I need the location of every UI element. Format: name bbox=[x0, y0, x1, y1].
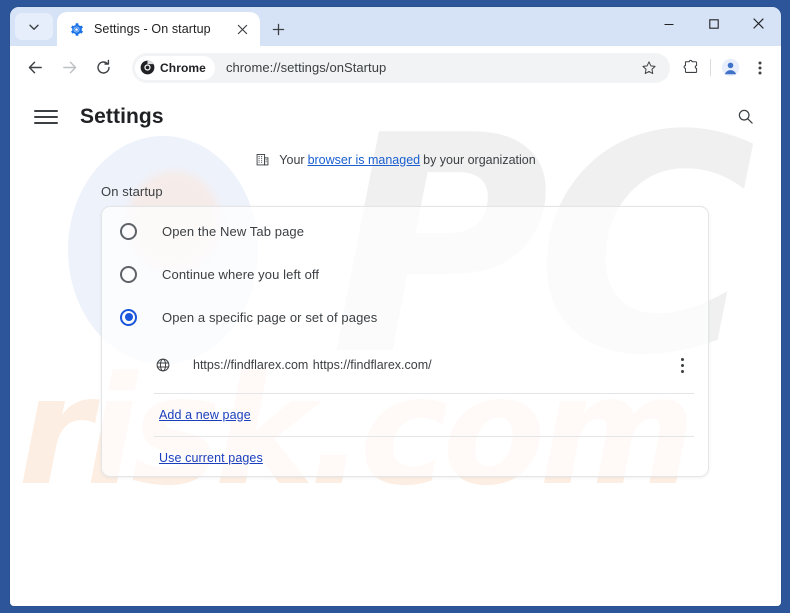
section-label-on-startup: On startup bbox=[101, 184, 163, 199]
arrow-left-icon bbox=[28, 61, 42, 74]
plus-icon bbox=[272, 23, 284, 35]
close-icon bbox=[753, 18, 764, 29]
chrome-logo-icon bbox=[140, 60, 155, 75]
startup-option-specific-page[interactable]: Open a specific page or set of pages bbox=[102, 295, 708, 339]
startup-page-url: https://findflarex.com/ bbox=[312, 358, 432, 372]
tab-search-button[interactable] bbox=[15, 13, 53, 40]
browser-managed-link[interactable]: browser is managed bbox=[308, 153, 421, 167]
radio-label-specific-page: Open a specific page or set of pages bbox=[162, 309, 378, 325]
tab-strip: Settings - On startup bbox=[10, 7, 781, 46]
url-text: chrome://settings/onStartup bbox=[225, 60, 387, 75]
avatar-icon bbox=[721, 58, 739, 77]
settings-gear-icon bbox=[68, 21, 84, 37]
back-button[interactable] bbox=[20, 53, 50, 83]
tab-title: Settings - On startup bbox=[94, 22, 211, 36]
address-bar[interactable]: Chrome chrome://settings/onStartup bbox=[132, 52, 670, 83]
radio-new-tab[interactable] bbox=[120, 222, 137, 240]
arrow-right-icon bbox=[62, 61, 76, 74]
settings-page: PC risk.com Settings bbox=[10, 89, 781, 606]
radio-specific-page[interactable] bbox=[120, 308, 137, 326]
radio-continue[interactable] bbox=[120, 265, 137, 283]
settings-header: Settings bbox=[10, 89, 781, 144]
page-title: Settings bbox=[80, 104, 164, 128]
startup-option-new-tab[interactable]: Open the New Tab page bbox=[102, 209, 708, 253]
use-current-pages-row[interactable]: Use current pages bbox=[102, 436, 708, 479]
on-startup-card: Open the New Tab page Continue where you… bbox=[101, 206, 709, 477]
radio-label-new-tab: Open the New Tab page bbox=[162, 223, 305, 239]
startup-page-texts: https://findflarex.com https://findflare… bbox=[193, 356, 670, 374]
browser-tab[interactable]: Settings - On startup bbox=[57, 12, 260, 46]
chrome-chip: Chrome bbox=[135, 55, 215, 80]
maximize-button[interactable] bbox=[691, 7, 736, 40]
building-icon bbox=[255, 152, 270, 167]
close-tab-icon[interactable] bbox=[232, 19, 252, 39]
browser-toolbar: Chrome chrome://settings/onStartup bbox=[10, 46, 781, 89]
new-tab-button[interactable] bbox=[265, 16, 291, 42]
add-new-page-link[interactable]: Add a new page bbox=[159, 408, 251, 422]
managed-text-suffix: by your organization bbox=[423, 152, 536, 167]
bookmark-star-icon[interactable] bbox=[636, 55, 662, 81]
browser-menu-button[interactable] bbox=[745, 53, 775, 83]
startup-page-menu-icon[interactable] bbox=[670, 351, 694, 379]
managed-text-prefix: Your bbox=[279, 152, 305, 167]
toolbar-divider bbox=[710, 59, 711, 76]
globe-icon bbox=[154, 357, 171, 374]
extensions-button[interactable] bbox=[676, 53, 706, 83]
puzzle-piece-icon bbox=[683, 59, 697, 73]
close-window-button[interactable] bbox=[736, 7, 781, 40]
settings-content: Settings Your browser is managed by your… bbox=[10, 89, 781, 477]
chevron-down-icon bbox=[29, 24, 39, 30]
chrome-chip-label: Chrome bbox=[160, 60, 206, 75]
reload-icon bbox=[96, 59, 110, 74]
maximize-icon bbox=[708, 18, 719, 29]
startup-page-title: https://findflarex.com bbox=[193, 358, 309, 372]
radio-label-continue: Continue where you left off bbox=[162, 266, 320, 282]
search-icon bbox=[738, 109, 753, 124]
startup-option-continue[interactable]: Continue where you left off bbox=[102, 252, 708, 296]
use-current-pages-link[interactable]: Use current pages bbox=[159, 451, 263, 465]
minimize-button[interactable] bbox=[646, 7, 691, 40]
startup-page-row: https://findflarex.com https://findflare… bbox=[102, 341, 708, 389]
settings-search-button[interactable] bbox=[731, 103, 759, 131]
add-new-page-row[interactable]: Add a new page bbox=[102, 393, 708, 436]
reload-button[interactable] bbox=[88, 53, 118, 83]
kebab-menu-icon bbox=[758, 61, 762, 74]
forward-button[interactable] bbox=[54, 53, 84, 83]
profile-button[interactable] bbox=[715, 53, 745, 83]
managed-notice: Your browser is managed by your organiza… bbox=[10, 152, 781, 167]
window-controls bbox=[646, 7, 781, 40]
browser-window: Settings - On startup Chrome chrome://se… bbox=[10, 7, 781, 606]
minimize-icon bbox=[664, 23, 673, 25]
hamburger-menu-icon[interactable] bbox=[34, 105, 58, 129]
